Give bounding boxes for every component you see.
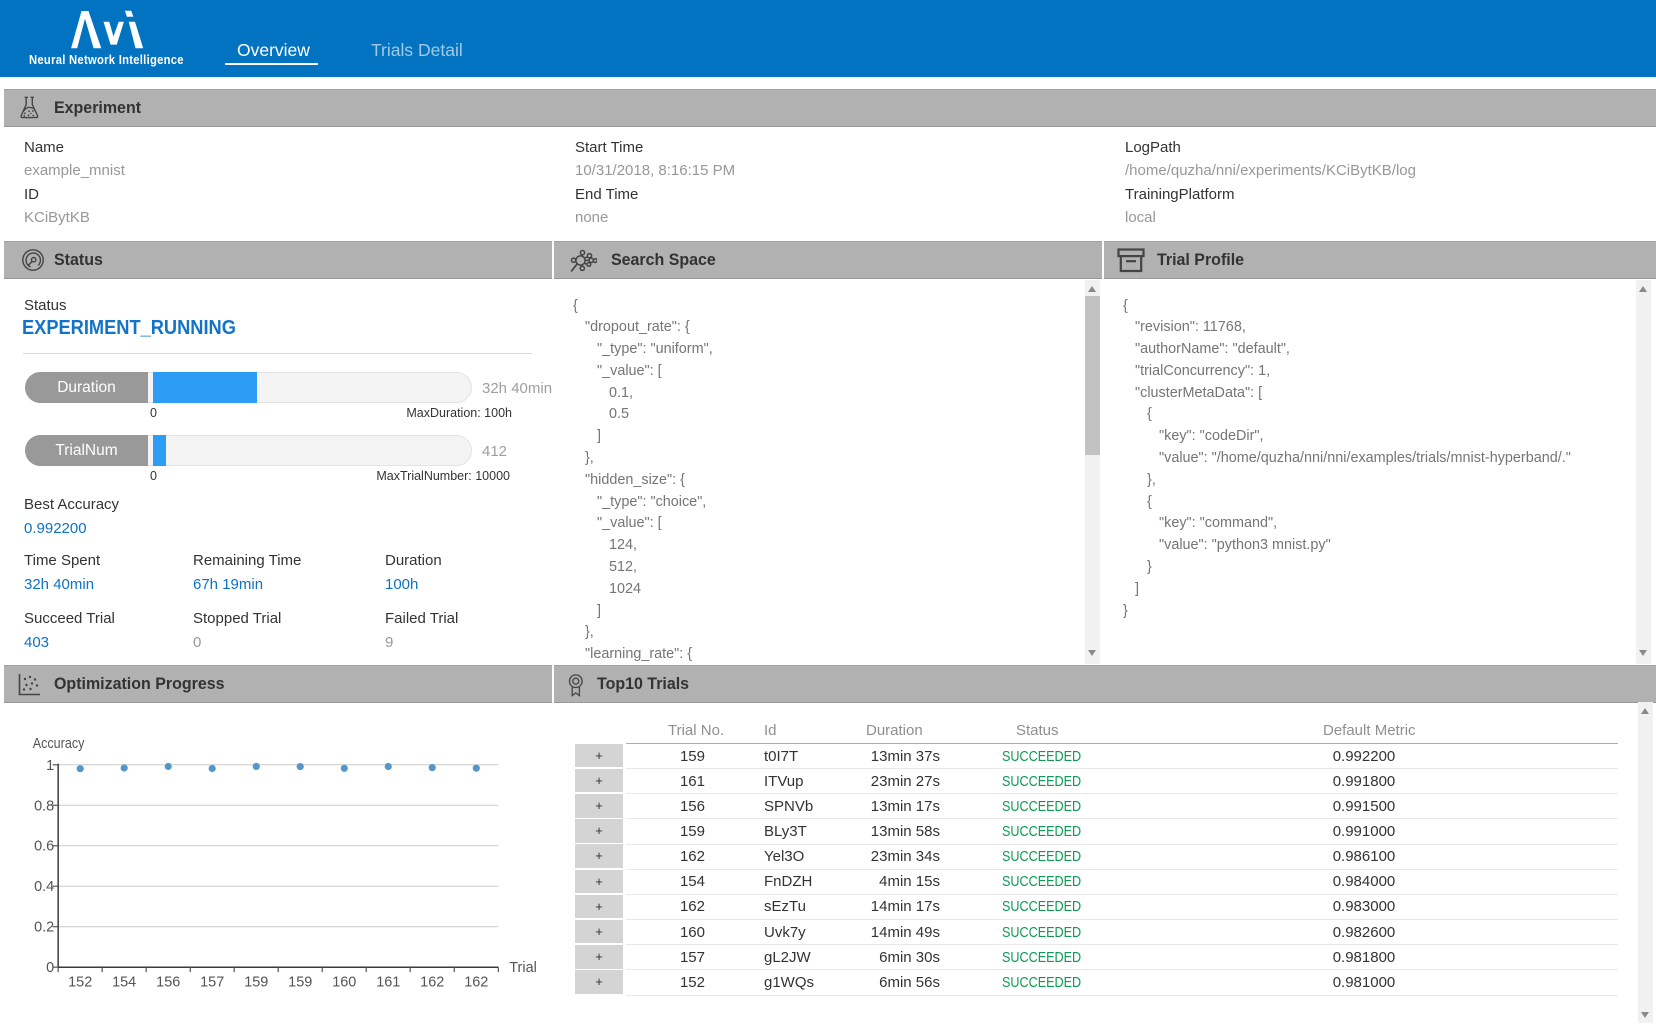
svg-text:157: 157 — [200, 975, 224, 991]
svg-text:1: 1 — [46, 758, 54, 774]
svg-text:0.6: 0.6 — [34, 839, 54, 855]
svg-text:Accuracy: Accuracy — [33, 735, 85, 751]
svg-text:160: 160 — [332, 975, 356, 991]
svg-text:159: 159 — [288, 975, 312, 991]
svg-text:162: 162 — [464, 975, 488, 991]
svg-text:152: 152 — [68, 975, 92, 991]
svg-text:154: 154 — [112, 975, 136, 991]
svg-text:Trial: Trial — [509, 960, 537, 976]
svg-text:162: 162 — [420, 975, 444, 991]
svg-text:0.4: 0.4 — [34, 879, 54, 895]
svg-text:0.2: 0.2 — [34, 920, 54, 936]
svg-text:0.8: 0.8 — [34, 798, 54, 814]
svg-text:161: 161 — [376, 975, 400, 991]
svg-text:159: 159 — [244, 975, 268, 991]
svg-text:156: 156 — [156, 975, 180, 991]
svg-text:0: 0 — [46, 960, 54, 976]
